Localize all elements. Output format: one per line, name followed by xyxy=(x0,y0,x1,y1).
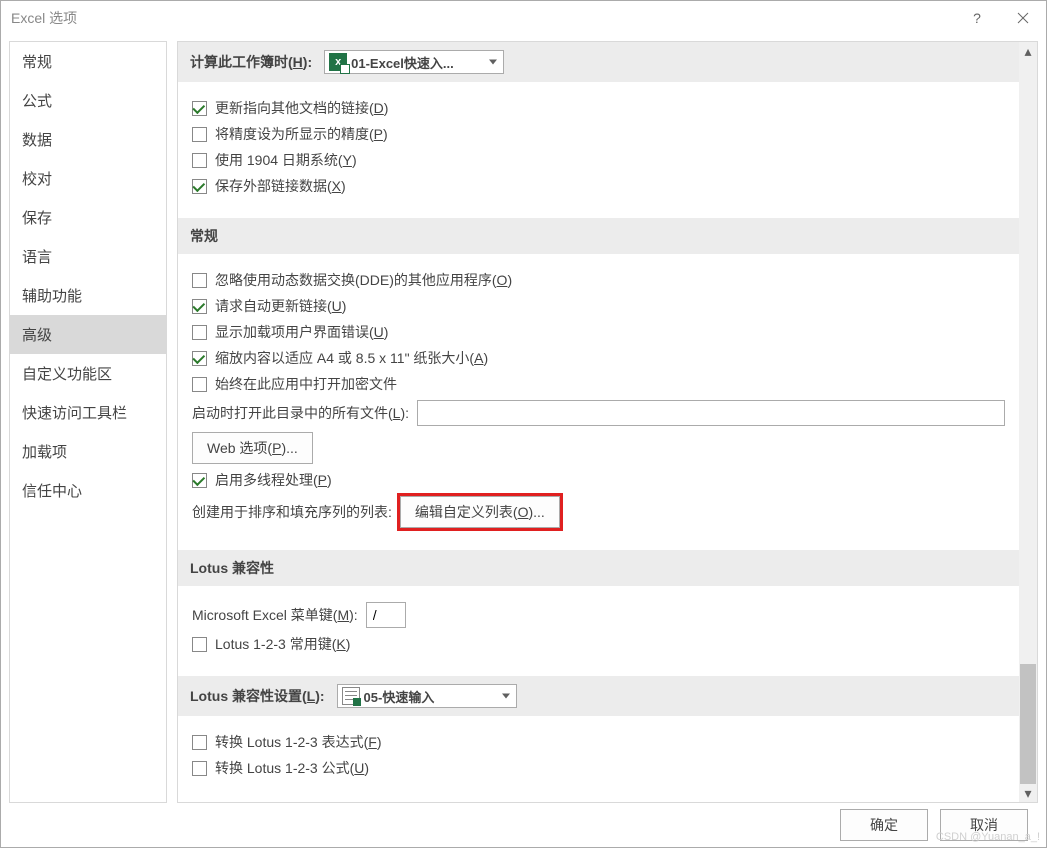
sidebar-item-8[interactable]: 自定义功能区 xyxy=(10,354,166,393)
dialog-footer: 确定 取消 xyxy=(1,803,1046,847)
sidebar-item-0[interactable]: 常规 xyxy=(10,42,166,81)
chk-save-ext[interactable] xyxy=(192,179,207,194)
excel-icon: x xyxy=(329,53,347,71)
section-workbook-calc: 计算此工作簿时(H): x 01-Excel快速入... xyxy=(178,42,1019,82)
sidebar-item-11[interactable]: 信任中心 xyxy=(10,471,166,510)
excel-options-window: Excel 选项 ? 常规公式数据校对保存语言辅助功能高级自定义功能区快速访问工… xyxy=(0,0,1047,848)
edit-custom-lists-button[interactable]: 编辑自定义列表(O)... xyxy=(400,496,560,528)
help-button[interactable]: ? xyxy=(954,2,1000,34)
chk-lotus-formula[interactable] xyxy=(192,761,207,776)
sidebar-item-1[interactable]: 公式 xyxy=(10,81,166,120)
close-button[interactable] xyxy=(1000,2,1046,34)
chk-dde[interactable] xyxy=(192,273,207,288)
chk-1904[interactable] xyxy=(192,153,207,168)
chk-ask-upd[interactable] xyxy=(192,299,207,314)
sidebar-item-2[interactable]: 数据 xyxy=(10,120,166,159)
section-lotus-settings: Lotus 兼容性设置(L): 05-快速输入 xyxy=(178,676,1019,716)
web-options-button[interactable]: Web 选项(P)... xyxy=(192,432,313,464)
sidebar-item-6[interactable]: 辅助功能 xyxy=(10,276,166,315)
sidebar-item-10[interactable]: 加载项 xyxy=(10,432,166,471)
titlebar: Excel 选项 ? xyxy=(1,1,1046,35)
worksheet-icon xyxy=(342,687,360,705)
chk-addin-err[interactable] xyxy=(192,325,207,340)
section-general: 常规 xyxy=(178,218,1019,254)
sidebar: 常规公式数据校对保存语言辅助功能高级自定义功能区快速访问工具栏加载项信任中心 xyxy=(9,41,167,803)
sidebar-item-7[interactable]: 高级 xyxy=(10,315,166,354)
chk-lotus-keys[interactable] xyxy=(192,637,207,652)
window-title: Excel 选项 xyxy=(11,8,77,28)
chk-update-links[interactable] xyxy=(192,101,207,116)
ok-button[interactable]: 确定 xyxy=(840,809,928,841)
menu-key-input[interactable] xyxy=(366,602,406,628)
sidebar-item-9[interactable]: 快速访问工具栏 xyxy=(10,393,166,432)
watermark: CSDN @Yuanan_a_! xyxy=(936,831,1040,843)
scroll-up-icon[interactable]: ▴ xyxy=(1019,42,1037,60)
sidebar-item-5[interactable]: 语言 xyxy=(10,237,166,276)
main-panel: 计算此工作簿时(H): x 01-Excel快速入... 更新指向其他文档的链接… xyxy=(177,41,1038,803)
section-lotus-compat: Lotus 兼容性 xyxy=(178,550,1019,586)
workbook-calc-combo[interactable]: x 01-Excel快速入... xyxy=(324,50,504,74)
chk-scale[interactable] xyxy=(192,351,207,366)
chk-lotus-expr[interactable] xyxy=(192,735,207,750)
scroll-thumb[interactable] xyxy=(1020,664,1036,784)
startup-folder-input[interactable] xyxy=(417,400,1005,426)
sidebar-item-4[interactable]: 保存 xyxy=(10,198,166,237)
chk-multithread[interactable] xyxy=(192,473,207,488)
vertical-scrollbar[interactable]: ▴ ▾ xyxy=(1019,42,1037,802)
chk-precision[interactable] xyxy=(192,127,207,142)
chk-encrypt[interactable] xyxy=(192,377,207,392)
sidebar-item-3[interactable]: 校对 xyxy=(10,159,166,198)
lotus-settings-combo[interactable]: 05-快速输入 xyxy=(337,684,517,708)
scroll-down-icon[interactable]: ▾ xyxy=(1019,784,1037,802)
